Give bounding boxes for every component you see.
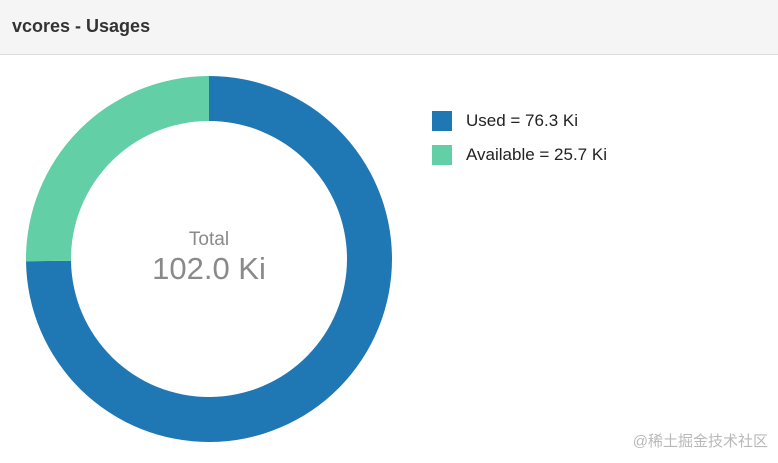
usage-panel: vcores - Usages Total 102.0 Ki Used = 76… [0, 0, 778, 463]
legend-label-available: Available = 25.7 Ki [466, 145, 607, 164]
center-value: 102.0 Ki [152, 251, 266, 286]
legend-item-available[interactable]: Available = 25.7 Ki [432, 144, 607, 166]
watermark: @稀土掘金技术社区 [632, 433, 768, 450]
legend-item-used[interactable]: Used = 76.3 Ki [432, 110, 607, 132]
donut-chart: Total 102.0 Ki [25, 76, 393, 442]
center-label: Total [189, 229, 229, 250]
chart-legend: Used = 76.3 Ki Available = 25.7 Ki [432, 110, 607, 178]
legend-swatch-available [432, 145, 452, 165]
legend-swatch-used [432, 111, 452, 131]
donut-slice-available[interactable] [25, 76, 209, 262]
legend-label-used: Used = 76.3 Ki [466, 111, 578, 130]
